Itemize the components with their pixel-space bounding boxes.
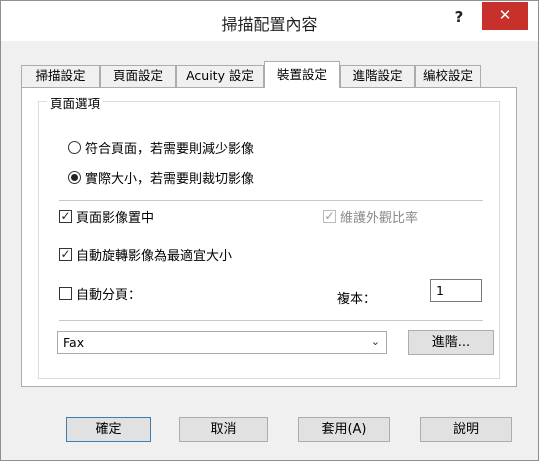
tab-advanced-settings[interactable]: 進階設定 (340, 65, 415, 87)
copies-input[interactable]: 1 (430, 279, 482, 302)
copies-label: 複本： (337, 292, 377, 307)
auto-rotate-checkbox[interactable]: ✓ 自動旋轉影像為最適宜大小 (59, 245, 233, 264)
tab-scan-settings[interactable]: 掃描設定 (21, 65, 100, 87)
close-icon[interactable]: ✕ (482, 2, 528, 30)
keep-aspect-label: 維護外觀比率 (340, 210, 419, 226)
center-image-checkbox[interactable]: ✓ 頁面影像置中 (59, 207, 155, 226)
help-icon[interactable]: ? (447, 8, 471, 30)
chevron-down-icon: ⌄ (370, 335, 380, 348)
radio-actual-size[interactable]: 實際大小，若需要則裁切影像 (68, 168, 255, 187)
tab-redaction-settings[interactable]: 编校設定 (415, 65, 481, 87)
radio-actual-label: 實際大小，若需要則裁切影像 (85, 171, 255, 187)
divider (59, 200, 483, 201)
scan-configuration-dialog: 掃描配置內容 ? ✕ 掃描設定 頁面設定 Acuity 設定 裝置設定 進階設定… (0, 0, 539, 461)
ok-button[interactable]: 確定 (66, 417, 151, 442)
tab-device-settings[interactable]: 裝置設定 (264, 61, 340, 88)
help-button[interactable]: 說明 (420, 417, 512, 442)
tab-acuity-settings[interactable]: Acuity 設定 (176, 65, 264, 87)
auto-page-label: 自動分頁： (76, 287, 142, 303)
advanced-button[interactable]: 進階... (408, 330, 494, 355)
checkmark-icon[interactable]: ✓ (59, 247, 72, 261)
radio-fit-to-page[interactable]: 符合頁面，若需要則減少影像 (68, 138, 255, 157)
apply-button[interactable]: 套用(A) (298, 417, 390, 442)
checkbox-unchecked[interactable] (59, 286, 72, 300)
radio-button-fit[interactable] (68, 140, 81, 154)
radio-button-actual[interactable] (68, 170, 81, 184)
radio-fit-label: 符合頁面，若需要則減少影像 (85, 141, 255, 157)
tab-page-settings[interactable]: 頁面設定 (100, 65, 176, 87)
device-select[interactable]: Fax ⌄ (57, 331, 387, 354)
title-bar: 掃描配置內容 ? ✕ (1, 1, 538, 41)
auto-rotate-label: 自動旋轉影像為最適宜大小 (76, 248, 233, 264)
center-image-label: 頁面影像置中 (76, 210, 155, 226)
divider (59, 320, 483, 321)
device-select-value: Fax (63, 335, 85, 350)
checkmark-icon: ✓ (323, 208, 336, 223)
checkmark-icon[interactable]: ✓ (59, 209, 72, 223)
keep-aspect-checkbox: ✓ 維護外觀比率 (323, 207, 419, 226)
cancel-button[interactable]: 取消 (179, 417, 268, 442)
page-options-label: 頁面選項 (47, 93, 104, 112)
auto-page-checkbox[interactable]: 自動分頁： (59, 284, 142, 303)
